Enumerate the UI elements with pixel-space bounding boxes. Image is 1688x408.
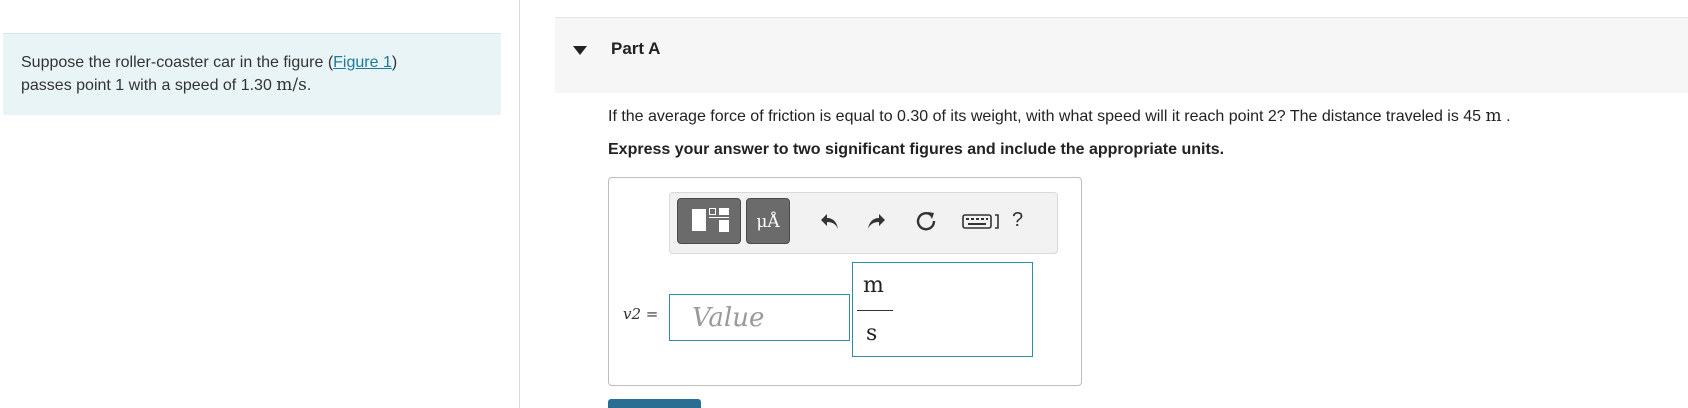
unit-fraction-bar bbox=[857, 310, 893, 311]
units-icon: μÅ bbox=[756, 212, 780, 232]
keyboard-icon[interactable] bbox=[962, 209, 1002, 233]
question-end: . bbox=[1501, 108, 1511, 125]
reset-icon[interactable] bbox=[914, 209, 938, 233]
collapse-caret-icon[interactable] bbox=[573, 46, 587, 55]
intro-period: . bbox=[306, 77, 312, 94]
speed-units: m/s bbox=[276, 75, 307, 95]
math-toolbar: μÅ ? bbox=[669, 192, 1058, 254]
units-input[interactable]: m s bbox=[852, 262, 1033, 357]
answer-instruction: Express your answer to two significant f… bbox=[608, 141, 1225, 158]
redo-icon[interactable] bbox=[864, 209, 888, 233]
undo-icon[interactable] bbox=[818, 209, 842, 233]
pane-divider bbox=[519, 0, 520, 408]
intro-text-3: passes point 1 with a speed of 1.30 bbox=[21, 77, 277, 94]
figure-link[interactable]: Figure 1 bbox=[333, 54, 392, 71]
value-input[interactable] bbox=[669, 294, 850, 341]
submit-button[interactable] bbox=[608, 399, 701, 408]
units-button[interactable]: μÅ bbox=[746, 198, 790, 244]
problem-intro-pane: Suppose the roller-coaster car in the fi… bbox=[0, 0, 520, 408]
unit-numerator: m bbox=[863, 273, 884, 298]
problem-intro: Suppose the roller-coaster car in the fi… bbox=[3, 33, 501, 115]
variable-label: v2 = bbox=[623, 305, 659, 323]
part-title: Part A bbox=[611, 39, 661, 58]
help-icon[interactable]: ? bbox=[1012, 209, 1023, 232]
question-text: If the average force of friction is equa… bbox=[608, 106, 1511, 126]
intro-text-1: Suppose the roller-coaster car in the fi… bbox=[21, 54, 334, 71]
part-a-header[interactable]: Part A bbox=[555, 17, 1688, 93]
question-body: If the average force of friction is equa… bbox=[608, 108, 1486, 125]
intro-text-2: ) bbox=[391, 54, 398, 71]
answer-panel: μÅ ? v2 = m s bbox=[608, 177, 1082, 386]
templates-button[interactable] bbox=[677, 198, 741, 244]
distance-unit: m bbox=[1485, 106, 1502, 126]
unit-denominator: s bbox=[866, 321, 878, 346]
